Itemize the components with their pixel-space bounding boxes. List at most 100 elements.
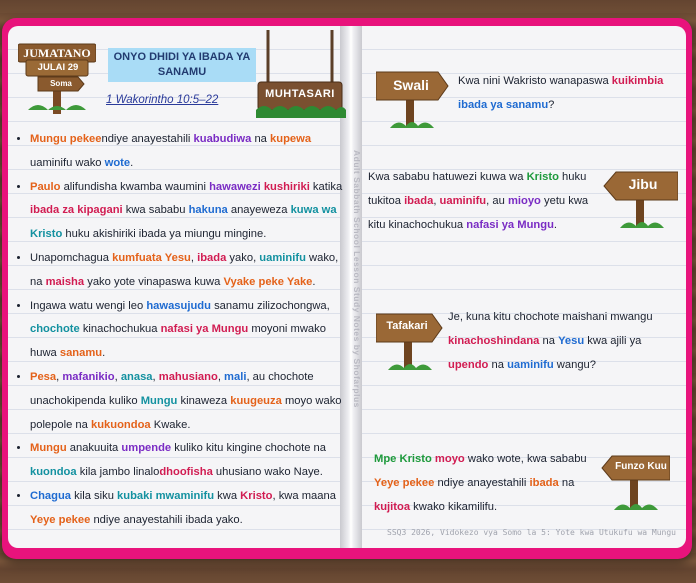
muhtasari-label: MUHTASARI xyxy=(265,88,335,100)
text-segment: Unapomchagua xyxy=(30,251,113,264)
highlighted-word: anasa xyxy=(120,370,153,383)
text-segment: . xyxy=(102,347,106,360)
highlighted-word: sanamu xyxy=(59,347,103,360)
highlighted-word: Mpe Kristo xyxy=(374,453,432,465)
highlighted-word: kujitoa xyxy=(374,500,411,513)
text-segment: na xyxy=(251,133,271,145)
highlighted-word: Yesu xyxy=(558,334,585,347)
text-segment: kwako kikamilifu. xyxy=(410,500,498,513)
highlighted-word: kuikimbia xyxy=(611,75,664,87)
highlighted-word: kumfuata Yesu xyxy=(112,251,191,264)
text-segment: kila siku xyxy=(71,489,118,502)
scripture-reference[interactable]: 1 Wakorintho 10:5–22 xyxy=(106,94,256,106)
highlighted-word: upendo xyxy=(448,358,489,371)
highlighted-word: ibada ya sanamu xyxy=(458,98,549,111)
text-segment: wangu? xyxy=(553,358,597,371)
text-segment: kinachochukua xyxy=(79,323,161,336)
highlighted-word: kupewa xyxy=(270,133,312,145)
text-segment: anayeweza xyxy=(227,204,291,217)
highlighted-word: kushiriki xyxy=(263,180,310,193)
text-segment: , au xyxy=(486,194,508,207)
text-segment: yako, xyxy=(226,251,260,264)
text-segment: Je, kuna kitu chochote maishani mwangu xyxy=(448,311,653,323)
text-segment: wako wote, kwa sababu xyxy=(464,453,587,465)
summary-bullet-list: Mungu pekeendiye anayestahili kuabudiwa … xyxy=(18,128,348,533)
highlighted-word: hawawezi xyxy=(209,180,261,193)
swali-label: Swali xyxy=(393,77,429,93)
highlighted-word: moyo xyxy=(434,453,465,465)
highlighted-word: hawasujudu xyxy=(146,299,211,312)
text-segment: kwa sababu xyxy=(122,204,189,217)
text-segment: Kwake. xyxy=(150,418,191,431)
text-segment: Ingawa watu wengi leo xyxy=(30,299,147,312)
text-segment: ndiye anayestahili ibada yako. xyxy=(90,513,243,526)
date-day: JUMATANO xyxy=(23,46,91,60)
text-segment: yako yote vinapaswa kuwa xyxy=(84,275,224,288)
highlighted-word: mafanikio xyxy=(62,370,115,383)
highlighted-word: dhoofisha xyxy=(159,466,213,479)
highlighted-word: umpende xyxy=(121,442,172,455)
summary-bullet: Chagua kila siku kubaki mwaminifu kwa Kr… xyxy=(30,485,348,533)
highlighted-word: maisha xyxy=(45,275,85,288)
highlighted-word: kuabudiwa xyxy=(193,133,252,145)
highlighted-word: kukuondoa xyxy=(90,418,151,431)
summary-bullet: Paulo alifundisha kwamba waumini hawawez… xyxy=(30,176,348,247)
muhtasari-sign-icon xyxy=(256,30,346,118)
text-segment: kila jambo linalo xyxy=(76,466,160,479)
highlighted-word: wote xyxy=(104,156,131,169)
summary-bullet: Pesa, mafanikio, anasa, mahusiano, mali,… xyxy=(30,366,348,437)
jibu-label: Jibu xyxy=(628,176,658,192)
jibu-text: Kwa sababu hatuwezi kuwa wa Kristo huku … xyxy=(368,166,600,237)
text-segment: . xyxy=(130,156,134,169)
summary-bullet: Mungu pekeendiye anayestahili kuabudiwa … xyxy=(30,128,348,176)
date-soma-label: Soma xyxy=(50,79,72,88)
highlighted-word: Vyake peke Yake xyxy=(223,275,313,288)
highlighted-word: Yeye pekee xyxy=(374,476,435,489)
highlighted-word: mali xyxy=(224,370,247,383)
highlighted-word: Paulo xyxy=(30,180,61,193)
highlighted-word: kuugeuza xyxy=(230,394,282,407)
text-segment: kinaweza xyxy=(177,394,231,407)
text-segment: na xyxy=(539,334,559,347)
highlighted-word: uaminifu xyxy=(439,194,487,207)
funzo-kuu-text: Mpe Kristo moyo wako wote, kwa sababu Ye… xyxy=(374,448,596,519)
highlighted-word: Kristo xyxy=(240,489,273,502)
highlighted-word: kuondoa xyxy=(30,466,77,479)
highlighted-word: Pesa xyxy=(30,370,57,383)
text-segment: ? xyxy=(548,98,555,111)
tafakari-label: Tafakari xyxy=(386,320,428,332)
text-segment: kwa ajili ya xyxy=(584,334,642,347)
highlighted-word: hakuna xyxy=(188,204,228,217)
text-segment: sanamu zilizochongwa, xyxy=(210,299,330,312)
text-segment: Kwa sababu hatuwezi kuwa wa xyxy=(368,171,527,183)
highlighted-word: kubaki mwaminifu xyxy=(117,489,215,502)
highlighted-word: mioyo xyxy=(507,194,541,207)
swali-text: Kwa nini Wakristo wanapaswa kuikimbia ib… xyxy=(458,70,680,118)
text-segment: , kwa maana xyxy=(272,489,336,502)
highlighted-word: Yeye pekee xyxy=(30,513,91,526)
highlighted-word: uaminifu xyxy=(507,358,554,371)
text-segment: alifundisha kwamba waumini xyxy=(60,180,210,193)
text-segment: kwa xyxy=(214,489,241,502)
highlighted-word: Chagua xyxy=(30,489,72,502)
funzo-kuu-label: Funzo Kuu xyxy=(615,461,667,472)
highlighted-word: ibada za kipagani xyxy=(30,204,123,217)
highlighted-word: kinachoshindana xyxy=(448,334,540,347)
text-segment: Kwa nini Wakristo wanapaswa xyxy=(458,75,612,87)
topic-title: ONYO DHIDI YA IBADA YA SANAMU xyxy=(108,48,256,82)
tafakari-signpost-icon xyxy=(376,313,443,370)
date-date: JULAI 29 xyxy=(37,62,79,73)
highlighted-word: uaminifu xyxy=(259,251,306,264)
highlighted-word: ibada xyxy=(404,194,434,207)
summary-bullet: Mungu anakuuita umpende kuliko kitu king… xyxy=(30,437,348,485)
text-segment: uaminifu wako xyxy=(30,156,105,169)
page-footer: SSQ3 2026, Vidokezo vya Somo la 5: Yote … xyxy=(387,528,676,537)
highlighted-word: Mungu pekee xyxy=(30,133,102,145)
text-segment: . xyxy=(553,218,558,231)
text-segment: . xyxy=(312,275,316,288)
highlighted-word: Mungu xyxy=(30,442,67,455)
text-segment: katika xyxy=(309,180,343,193)
highlighted-word: Kristo xyxy=(526,171,559,183)
highlighted-word: chochote xyxy=(30,323,80,336)
summary-bullet: Ingawa watu wengi leo hawasujudu sanamu … xyxy=(30,295,348,366)
